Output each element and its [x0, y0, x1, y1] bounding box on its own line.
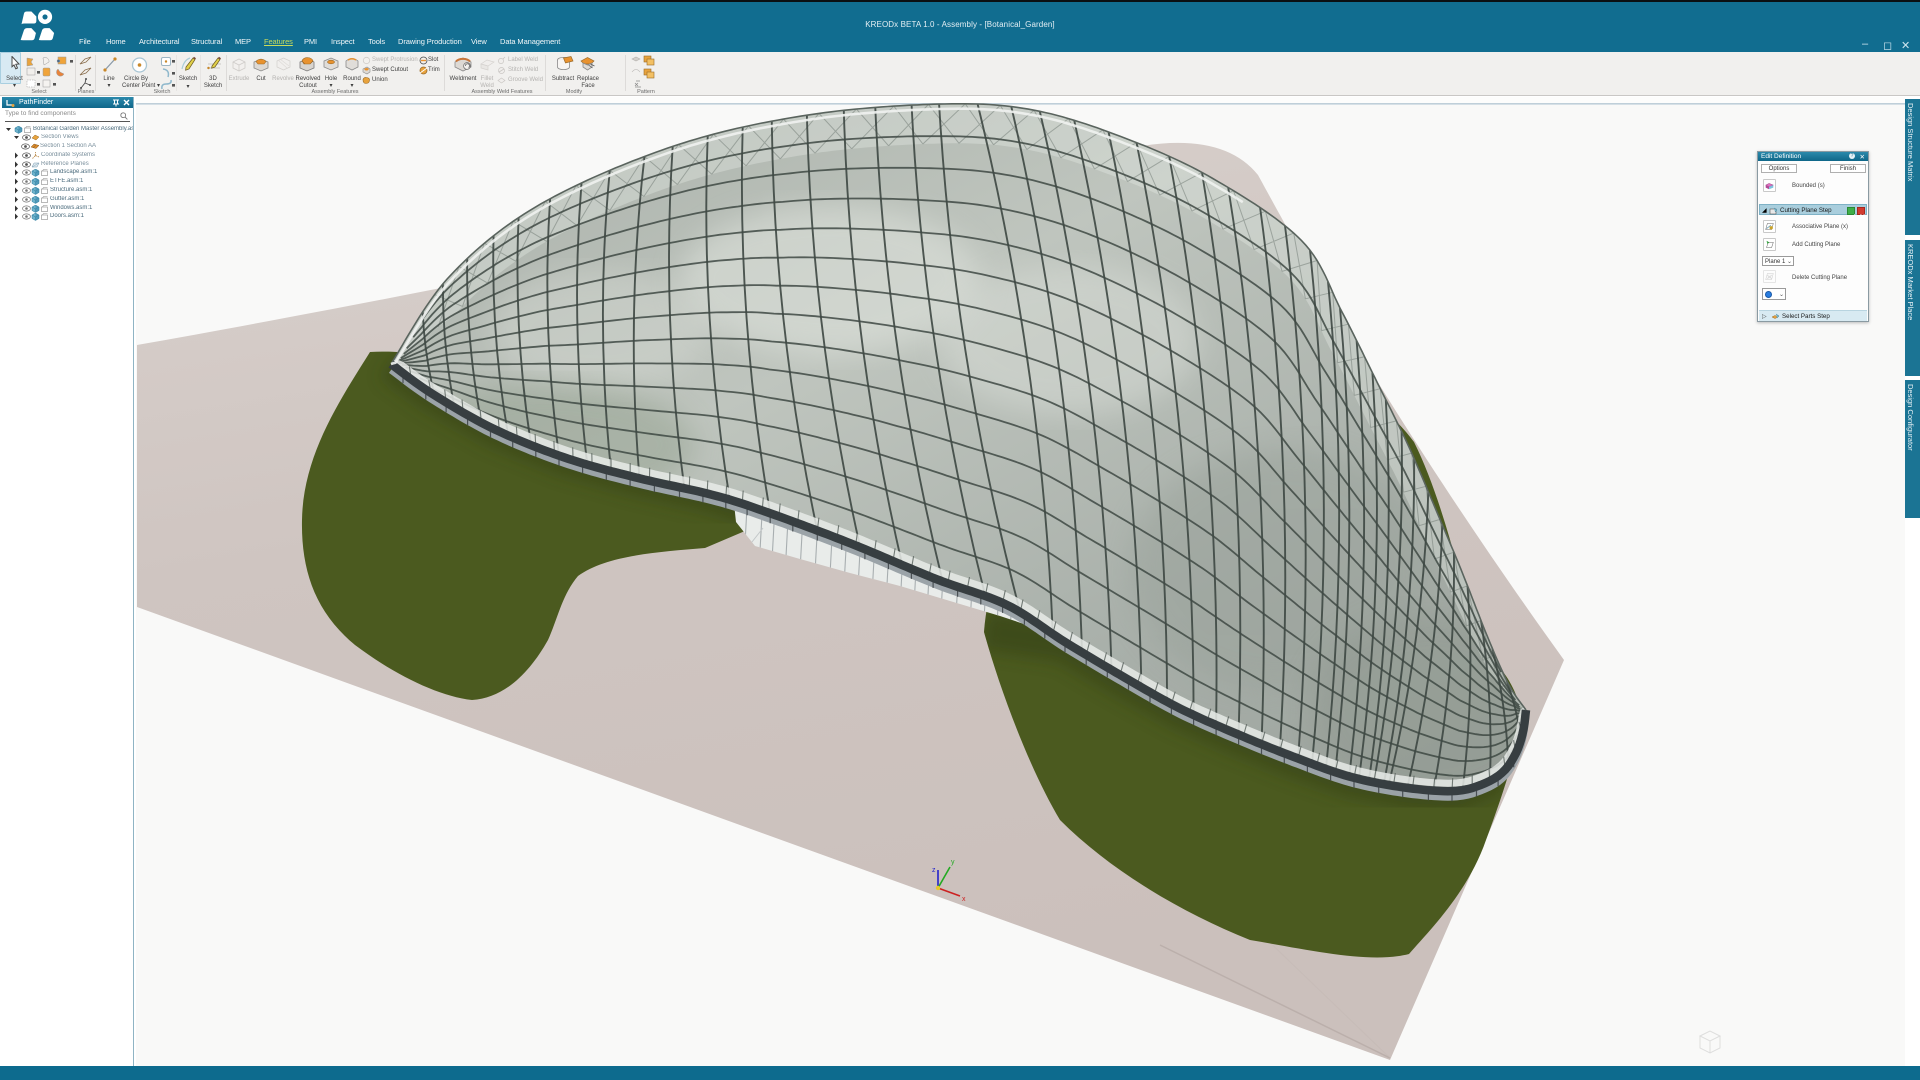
svg-text:x: x	[962, 896, 966, 903]
svg-text:y: y	[951, 859, 955, 866]
svg-text:z: z	[932, 867, 936, 874]
